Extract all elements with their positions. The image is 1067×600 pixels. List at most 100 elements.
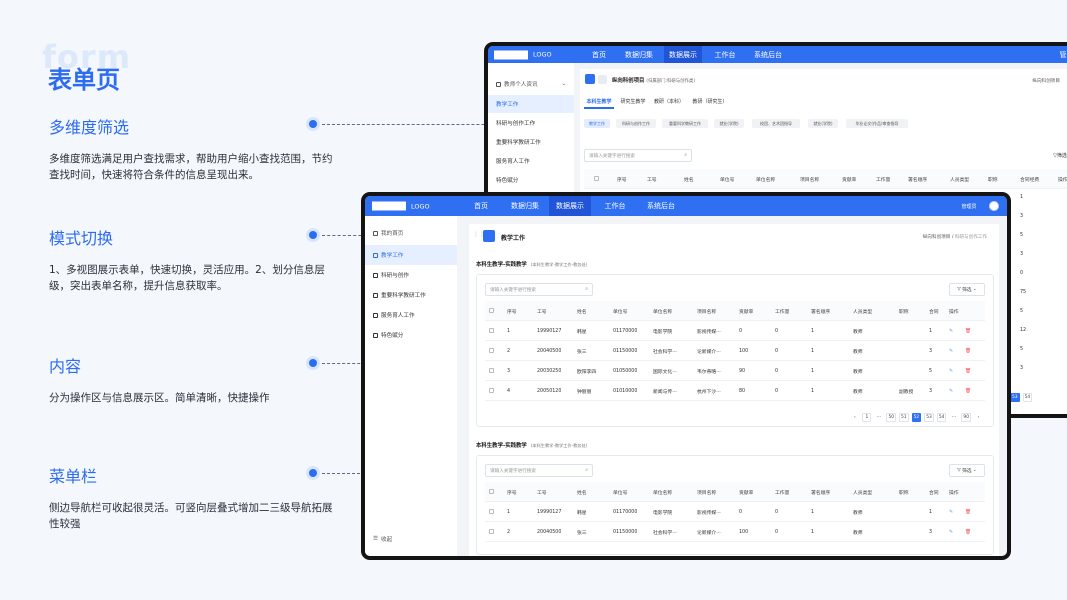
table-cell: 2 xyxy=(507,348,511,354)
sidebar-item-service[interactable]: 服务育人工作 xyxy=(488,152,574,170)
nav-home[interactable]: 首页 xyxy=(465,196,497,216)
row-checkbox[interactable] xyxy=(489,509,494,514)
sidebar-collapse-button[interactable]: ☰ 收起 xyxy=(365,530,457,548)
col-header: 单位号 xyxy=(720,177,735,183)
sidebar-home[interactable]: 我的首页 xyxy=(365,224,457,242)
edit-icon[interactable]: ✎ xyxy=(949,361,953,381)
page-button[interactable]: › xyxy=(974,413,983,422)
filter-chip[interactable]: 重要科学教研工作 xyxy=(662,119,708,128)
table-row[interactable]: 1 19990127 韩星 01170000 电影学院 影视传媒··· 0 0 1 教师 1 ✎ 🗑 xyxy=(485,321,985,341)
table-row[interactable]: 4 20050120 钟丽丽 01010000 新闻与传··· 杭州下沙··· 80 0 1 教师… xyxy=(485,381,985,401)
filter-chip[interactable]: 就业(学院) xyxy=(714,119,744,128)
page-button[interactable]: 53 xyxy=(1010,393,1020,402)
table-row[interactable]: 1 19990127 韩星 01170000 电影学院 影视传媒··· 0 0 1 教师 1 ✎ 🗑 xyxy=(485,502,985,522)
tab-research-grad[interactable]: 教研（研究生） xyxy=(690,96,730,106)
filter-chip[interactable]: 校团、艺术团指导 xyxy=(752,119,800,128)
search-input[interactable]: 请输入关键字进行搜索 ⌕ xyxy=(485,464,593,477)
user-name[interactable]: 管理员 xyxy=(955,196,983,216)
row-checkbox[interactable] xyxy=(489,348,494,353)
delete-icon[interactable]: 🗑 xyxy=(965,522,971,542)
page-button[interactable]: 53 xyxy=(924,413,934,422)
col-header: 人员类型 xyxy=(853,309,873,315)
sidebar-item-key-research[interactable]: 重要科学教研工作 xyxy=(365,286,457,304)
back-pagination: 53 54 xyxy=(1010,393,1033,402)
page-button[interactable]: 90 xyxy=(961,413,971,422)
sidebar-item-teaching[interactable]: 教学工作 xyxy=(365,245,457,265)
sidebar-item-key-research[interactable]: 重要科学教研工作 xyxy=(488,133,574,151)
nav-system[interactable]: 系统后台 xyxy=(748,46,788,63)
sidebar-header[interactable]: 教师个人资讯 ⌄ xyxy=(488,75,574,93)
page-button[interactable]: 51 xyxy=(899,413,909,422)
select-all-checkbox[interactable] xyxy=(594,176,599,181)
sidebar-item-service[interactable]: 服务育人工作 xyxy=(365,306,457,324)
table-row[interactable]: 2 20040500 张三 01150000 社会科学··· 论新媒介··· 100 0 1 教师… xyxy=(485,522,985,542)
edit-icon[interactable]: ✎ xyxy=(949,381,953,401)
nav-workbench[interactable]: 工作台 xyxy=(708,46,742,63)
filter-button[interactable]: ▽ 筛选 ⌄ xyxy=(949,464,985,477)
nav-data-collect[interactable]: 数据归集 xyxy=(505,196,545,216)
search-input[interactable]: 请输入关键字进行搜索 ⌕ xyxy=(584,149,692,162)
filter-button[interactable]: ▽ 筛选 ⌄ xyxy=(949,283,985,296)
page-button[interactable]: 54 xyxy=(1022,393,1033,402)
edit-icon[interactable]: ✎ xyxy=(949,321,953,341)
page-button[interactable]: 50 xyxy=(886,413,897,422)
section-title: 本科生教学-实践教学 (本科生教学-教学工作-教务处) xyxy=(476,262,588,268)
delete-icon[interactable]: 🗑 xyxy=(965,321,971,341)
tab-grad[interactable]: 研究生教学 xyxy=(618,96,648,106)
grid-view-icon[interactable]: ⋮⋮ xyxy=(473,231,485,240)
edit-icon[interactable]: ✎ xyxy=(949,341,953,361)
page-button[interactable]: 54 xyxy=(936,413,947,422)
nav-data-collect[interactable]: 数据归集 xyxy=(620,46,658,63)
nav-user[interactable]: 管 xyxy=(1056,46,1067,63)
table-cell: 1 xyxy=(811,388,815,394)
delete-icon[interactable]: 🗑 xyxy=(965,361,971,381)
edit-icon[interactable]: ✎ xyxy=(949,522,953,542)
nav-home[interactable]: 首页 xyxy=(584,46,614,63)
nav-data-display[interactable]: 数据展示 xyxy=(549,196,591,216)
select-all-checkbox[interactable] xyxy=(489,489,494,494)
filter-chip[interactable]: 毕业论文(作品)审查指导 xyxy=(846,119,908,128)
row-checkbox[interactable] xyxy=(489,368,494,373)
sidebar-item-research[interactable]: 科研与创作工作 xyxy=(488,114,574,132)
row-checkbox[interactable] xyxy=(489,328,494,333)
page-button[interactable]: 52 xyxy=(911,413,922,422)
avatar[interactable] xyxy=(989,201,999,211)
page-button[interactable]: ‹ xyxy=(850,413,859,422)
table-header: 序号 工号 姓名 单位号 单位名称 项目名称 贡献率 工作量 署名顺序 人员类型… xyxy=(584,169,1067,189)
row-checkbox[interactable] xyxy=(489,529,494,534)
page-button[interactable]: 1 xyxy=(862,413,872,422)
sidebar-item-research[interactable]: 科研与创作 xyxy=(365,266,457,284)
view-toggle-list[interactable] xyxy=(585,74,595,84)
nav-system[interactable]: 系统后台 xyxy=(639,196,683,216)
delete-icon[interactable]: 🗑 xyxy=(965,341,971,361)
nav-workbench[interactable]: 工作台 xyxy=(597,196,633,216)
col-header: 项目名称 xyxy=(800,177,820,183)
delete-icon[interactable]: 🗑 xyxy=(965,502,971,522)
search-input[interactable]: 请输入关键字进行搜索 ⌕ xyxy=(485,283,593,296)
tab-research-undergrad[interactable]: 教研（本科） xyxy=(652,96,686,106)
table-cell: 韦尔蒂略··· xyxy=(697,369,721,375)
filter-chip[interactable]: 教学工作 xyxy=(584,119,610,128)
tab-undergrad[interactable]: 本科生教学 xyxy=(584,96,614,106)
front-screen: LOGO 首页 数据归集 数据展示 工作台 系统后台 管理员 我的首页 教学工作… xyxy=(365,196,1007,556)
filter-chip[interactable]: 就业(学院) xyxy=(808,119,838,128)
filter-button[interactable]: ▽ 筛选 xyxy=(1050,149,1067,162)
view-toggle-list[interactable] xyxy=(483,230,495,242)
edit-icon[interactable]: ✎ xyxy=(949,502,953,522)
sidebar-item-teaching[interactable]: 教学工作 xyxy=(488,95,574,113)
sidebar-item-special[interactable]: 特色赋分 xyxy=(365,326,457,344)
col-header: 合同经费 xyxy=(1020,177,1040,183)
view-toggle-grid[interactable] xyxy=(598,75,607,84)
row-checkbox[interactable] xyxy=(489,388,494,393)
table-row[interactable]: 2 20040500 张三 01150000 社会科学··· 论新媒介··· 100 0 1 教师… xyxy=(485,341,985,361)
table-cell: 张三 xyxy=(577,530,587,536)
table-row[interactable]: 3 20030250 欧阳李四 01050000 国际文化··· 韦尔蒂略··· 90 0 1 教… xyxy=(485,361,985,381)
sidebar-item-special[interactable]: 特色赋分 xyxy=(488,171,574,189)
nav-data-display[interactable]: 数据展示 xyxy=(664,46,702,63)
delete-icon[interactable]: 🗑 xyxy=(965,381,971,401)
filter-chip[interactable]: 科研与创作工作 xyxy=(616,119,656,128)
home-icon xyxy=(373,230,378,236)
table-cell: 韩星 xyxy=(577,329,587,335)
table-cell: 3 xyxy=(507,368,511,374)
select-all-checkbox[interactable] xyxy=(489,308,494,313)
